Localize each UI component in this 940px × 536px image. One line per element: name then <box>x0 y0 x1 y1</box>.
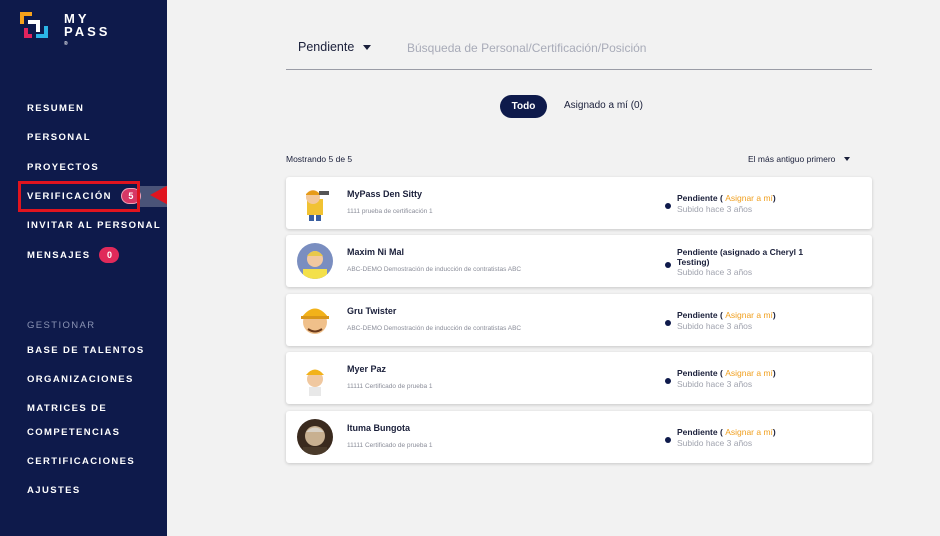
nav-label: CERTIFICACIONES <box>27 456 136 467</box>
nav-label: MATRICES DE <box>27 403 108 414</box>
nav-personal[interactable]: PERSONAL <box>27 132 91 143</box>
person-name[interactable]: Ituma Bungota <box>347 423 410 433</box>
list-item[interactable]: MyPass Den Sitty 1111 prueba de certific… <box>286 177 872 229</box>
logo-line2: PASS <box>64 24 111 39</box>
person-name[interactable]: Gru Twister <box>347 306 396 316</box>
uploaded-time: Subido hace 3 años <box>677 379 753 389</box>
certification-name: 1111 prueba de certificación 1 <box>347 208 433 215</box>
logo-tm: ® <box>64 41 68 47</box>
status-dot <box>665 378 671 384</box>
list-item[interactable]: Maxim Ni Mal ABC-DEMO Demostración de in… <box>286 235 872 287</box>
certification-name: 11111 Certificado de prueba 1 <box>347 383 433 390</box>
avatar <box>306 190 329 221</box>
status-dot <box>665 320 671 326</box>
status-filter-dropdown[interactable]: Pendiente <box>298 40 372 54</box>
nav-ajustes[interactable]: AJUSTES <box>27 485 81 496</box>
status-text: Pendiente ( Asignar a mí) <box>677 427 776 437</box>
section-label: GESTIONAR <box>27 320 96 331</box>
avatar <box>297 243 333 279</box>
avatar <box>306 369 324 396</box>
assign-to-me-link[interactable]: Asignar a mí <box>725 310 773 320</box>
uploaded-time: Subido hace 3 años <box>677 321 753 331</box>
nav-label: MENSAJES <box>27 249 91 261</box>
certification-name: ABC-DEMO Demostración de inducción de co… <box>347 325 522 332</box>
nav-competencias[interactable]: COMPETENCIAS <box>27 427 120 438</box>
uploaded-time: Subido hace 3 años <box>677 204 753 214</box>
list-item[interactable]: Gru Twister ABC-DEMO Demostración de ind… <box>286 294 872 346</box>
tab-assigned-to-me[interactable]: Asignado a mí (0) <box>564 100 643 111</box>
nav-matrices[interactable]: MATRICES DE <box>27 403 107 414</box>
nav-label: ORGANIZACIONES <box>27 374 134 385</box>
status-text: Pendiente ( Asignar a mí) <box>677 310 776 320</box>
nav-label: PROYECTOS <box>27 162 100 173</box>
assign-to-me-link[interactable]: Asignar a mí <box>725 368 773 378</box>
person-name[interactable]: Maxim Ni Mal <box>347 247 404 257</box>
chevron-down-icon <box>363 44 372 50</box>
nav-resumen[interactable]: RESUMEN <box>27 103 84 114</box>
sort-value: El más antiguo primero <box>748 154 836 164</box>
nav-proyectos[interactable]: PROYECTOS <box>27 162 99 173</box>
logo-text: MY PASS ® <box>64 12 110 51</box>
sort-dropdown[interactable]: El más antiguo primero <box>748 154 851 164</box>
results-count: Mostrando 5 de 5 <box>286 154 353 164</box>
person-name[interactable]: Myer Paz <box>347 364 386 374</box>
nav-certificaciones[interactable]: CERTIFICACIONES <box>27 456 135 467</box>
mypass-logo-icon <box>20 12 48 38</box>
uploaded-time: Subido hace 3 años <box>677 267 753 277</box>
nav-label: COMPETENCIAS <box>27 427 121 438</box>
chevron-down-icon <box>844 157 851 161</box>
status-label: Pendiente <box>677 368 718 378</box>
status-text: Pendiente ( Asignar a mí) <box>677 368 776 378</box>
tab-all[interactable]: Todo <box>500 95 547 118</box>
nav-base-talentos[interactable]: BASE DE TALENTOS <box>27 345 145 356</box>
status-dot <box>665 437 671 443</box>
nav-invitar[interactable]: INVITAR AL PERSONAL <box>27 220 161 231</box>
nav-label: AJUSTES <box>27 485 81 496</box>
status-label: Pendiente <box>677 193 718 203</box>
status-label: Pendiente <box>677 310 718 320</box>
messages-count-badge: 0 <box>99 247 120 263</box>
certification-name: ABC-DEMO Demostración de inducción de co… <box>347 266 522 273</box>
nav-mensajes[interactable]: MENSAJES 0 <box>27 247 120 263</box>
avatar <box>297 419 333 455</box>
annotation-highlight-box <box>18 181 140 212</box>
nav-organizaciones[interactable]: ORGANIZACIONES <box>27 374 134 385</box>
certification-name: 11111 Certificado de prueba 1 <box>347 442 433 449</box>
person-name[interactable]: MyPass Den Sitty <box>347 189 422 199</box>
nav-label: RESUMEN <box>27 103 85 114</box>
status-label: Pendiente <box>677 427 718 437</box>
avatar <box>301 308 329 334</box>
status-dot <box>665 203 671 209</box>
list-item[interactable]: Myer Paz 11111 Certificado de prueba 1 P… <box>286 352 872 404</box>
nav-label: INVITAR AL PERSONAL <box>27 220 162 231</box>
main-content: Pendiente Búsqueda de Personal/Certifica… <box>167 0 940 536</box>
assign-to-me-link[interactable]: Asignar a mí <box>725 193 773 203</box>
status-dot <box>665 262 671 268</box>
nav-label: PERSONAL <box>27 132 91 143</box>
section-gestionar: GESTIONAR <box>27 320 96 331</box>
mypass-logo[interactable]: MY PASS ® <box>20 12 110 51</box>
search-input[interactable]: Búsqueda de Personal/Certificación/Posic… <box>407 41 646 55</box>
status-text: Pendiente ( Asignar a mí) <box>677 193 776 203</box>
sidebar: MY PASS ® RESUMEN PERSONAL PROYECTOS VERI… <box>0 0 167 536</box>
status-text: Pendiente (asignado a Cheryl 1 Testing) <box>677 247 804 267</box>
uploaded-time: Subido hace 3 años <box>677 438 753 448</box>
list-item[interactable]: Ituma Bungota 11111 Certificado de prueb… <box>286 411 872 463</box>
status-filter-value: Pendiente <box>298 40 355 54</box>
assign-to-me-link[interactable]: Asignar a mí <box>725 427 773 437</box>
nav-label: BASE DE TALENTOS <box>27 345 145 356</box>
search-underline <box>286 69 872 70</box>
